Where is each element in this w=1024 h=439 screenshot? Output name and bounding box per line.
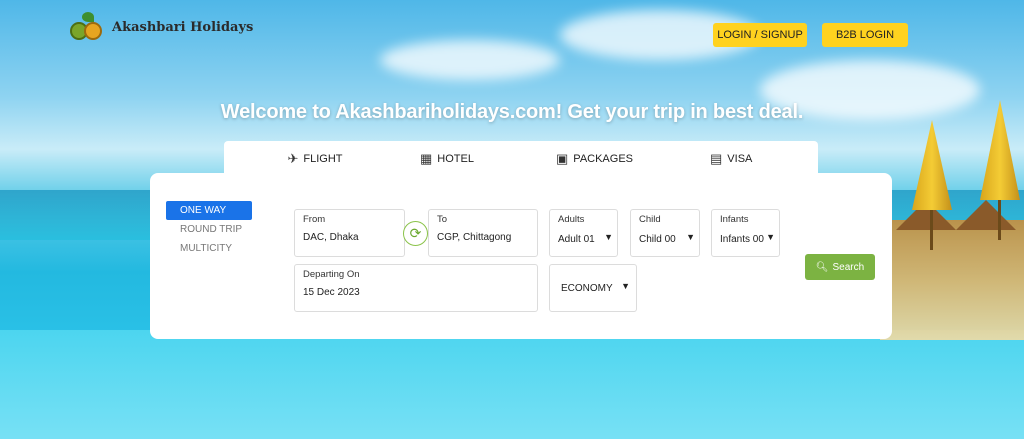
airplane-icon: ✈: [287, 151, 299, 166]
cloud: [380, 40, 560, 80]
child-select[interactable]: Child Child 00 ▼: [630, 209, 700, 257]
brand-name: Akashbari Holidays: [112, 19, 254, 35]
tab-packages[interactable]: ▣ PACKAGES: [556, 141, 633, 177]
logo-icon: [70, 12, 104, 42]
b2b-login-button[interactable]: B2B LOGIN: [822, 23, 908, 47]
chevron-down-icon: ▼: [686, 232, 695, 242]
chevron-down-icon: ▼: [621, 281, 630, 291]
welcome-heading: Welcome to Akashbariholidays.com! Get yo…: [220, 101, 804, 123]
from-label: From: [303, 214, 326, 225]
adults-value: Adult 01: [558, 234, 595, 245]
swap-icon[interactable]: ⟳: [403, 221, 428, 246]
departing-label: Departing On: [303, 269, 360, 280]
tab-visa[interactable]: ▤ VISA: [710, 141, 752, 177]
adults-label: Adults: [558, 214, 585, 225]
from-field[interactable]: From DAC, Dhaka: [294, 209, 405, 257]
trip-type-round-trip[interactable]: ROUND TRIP: [166, 220, 252, 239]
service-tabs: ✈ FLIGHT ▦ HOTEL ▣ PACKAGES ▤ VISA: [224, 141, 818, 177]
adults-select[interactable]: Adults Adult 01 ▼: [549, 209, 618, 257]
infants-select[interactable]: Infants Infants 00 ▼: [711, 209, 780, 257]
login-signup-button[interactable]: LOGIN / SIGNUP: [713, 23, 807, 47]
trip-type-multicity[interactable]: MULTICITY: [166, 239, 252, 258]
tab-flight[interactable]: ✈ FLIGHT: [270, 141, 360, 177]
flight-search-card: ONE WAY ROUND TRIP MULTICITY From DAC, D…: [150, 173, 892, 339]
to-value: CGP, Chittagong: [437, 232, 512, 243]
tab-hotel[interactable]: ▦ HOTEL: [420, 141, 474, 177]
search-icon: 🔍︎: [815, 261, 829, 273]
package-icon: ▣: [556, 151, 569, 166]
departing-value: 15 Dec 2023: [303, 287, 360, 298]
tab-label: HOTEL: [437, 153, 474, 165]
infants-label: Infants: [720, 214, 749, 225]
chevron-down-icon: ▼: [766, 232, 775, 242]
child-label: Child: [639, 214, 661, 225]
search-button-label: Search: [832, 261, 865, 273]
tab-label: PACKAGES: [573, 153, 634, 165]
search-button[interactable]: 🔍︎ Search: [805, 254, 875, 280]
infants-value: Infants 00: [720, 234, 764, 245]
cabin-class-select[interactable]: ECONOMY ▼: [549, 264, 637, 312]
child-value: Child 00: [639, 234, 676, 245]
chevron-down-icon: ▼: [604, 232, 613, 242]
to-label: To: [437, 214, 448, 225]
pool-water: [0, 330, 1024, 439]
trip-type-one-way[interactable]: ONE WAY: [166, 201, 252, 220]
departing-date-field[interactable]: Departing On 15 Dec 2023: [294, 264, 538, 312]
tab-label: FLIGHT: [303, 153, 343, 165]
hotel-icon: ▦: [420, 151, 433, 166]
from-value: DAC, Dhaka: [303, 232, 359, 243]
cabin-class-value: ECONOMY: [561, 283, 613, 294]
brand-logo[interactable]: Akashbari Holidays: [70, 12, 253, 42]
tab-label: VISA: [727, 153, 753, 165]
to-field[interactable]: To CGP, Chittagong: [428, 209, 538, 257]
trip-type-selector: ONE WAY ROUND TRIP MULTICITY: [166, 201, 252, 258]
beach-umbrella: [912, 120, 952, 250]
visa-card-icon: ▤: [710, 151, 723, 166]
